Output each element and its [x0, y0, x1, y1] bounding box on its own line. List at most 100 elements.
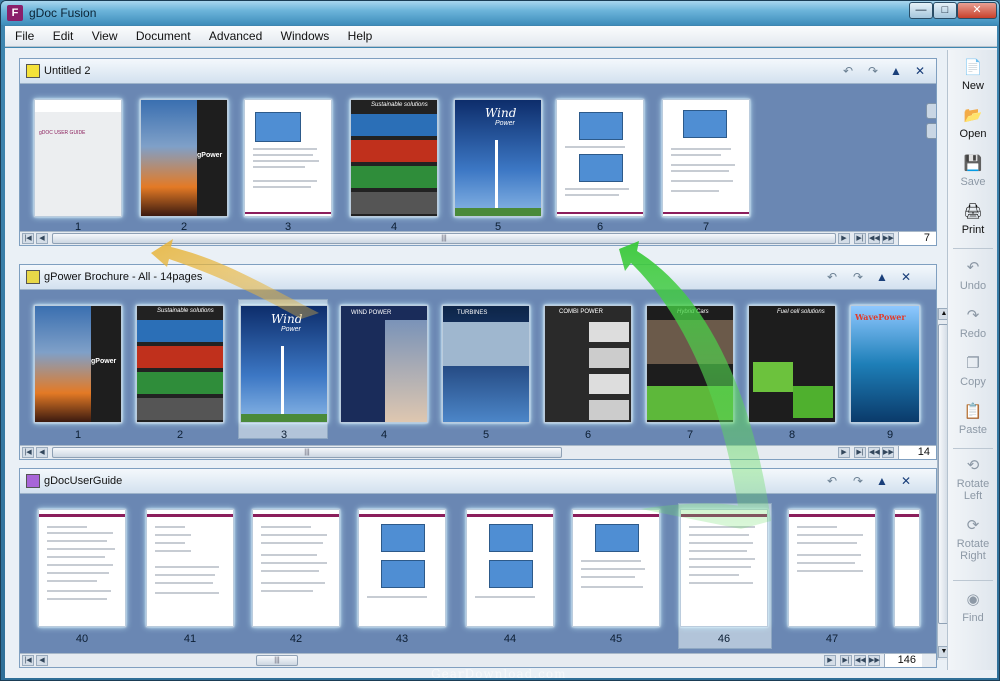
copy-button[interactable]: ❐ Copy — [948, 352, 998, 396]
collapse-icon[interactable]: ▲ — [888, 63, 904, 79]
single-page-icon[interactable] — [926, 103, 936, 119]
page-number: 6 — [596, 221, 604, 231]
scroll-left-icon[interactable]: ◀ — [36, 233, 48, 244]
page-strip[interactable]: gPower 1 Sustainable solutions 2 Wind Po… — [20, 291, 936, 445]
page-thumbnail[interactable] — [466, 509, 554, 627]
scroll-first-icon[interactable]: |◀ — [22, 233, 34, 244]
horizontal-scrollbar[interactable]: |◀ ◀ ||| ▶ ▶| ◀◀ ▶▶ 14 — [20, 445, 936, 459]
scroll-next-page-icon[interactable]: ▶▶ — [868, 655, 880, 666]
scroll-first-icon[interactable]: |◀ — [22, 447, 34, 458]
page-thumbnail[interactable]: gPower — [140, 99, 228, 217]
page-thumbnail[interactable] — [358, 509, 446, 627]
page-number: 1 — [74, 429, 82, 441]
scroll-right-icon[interactable]: ▶ — [838, 447, 850, 458]
page-thumbnail[interactable] — [680, 509, 768, 627]
menu-advanced[interactable]: Advanced — [199, 26, 267, 43]
redo-button[interactable]: ↷ Redo — [948, 304, 998, 348]
collapse-icon[interactable]: ▲ — [874, 269, 890, 285]
redo-icon[interactable]: ↷ — [850, 473, 866, 489]
scroll-prev-page-icon[interactable]: ◀◀ — [868, 233, 880, 244]
scroll-right-icon[interactable]: ▶ — [824, 655, 836, 666]
menu-edit[interactable]: Edit — [43, 26, 79, 43]
open-button[interactable]: 📂 Open — [948, 104, 998, 148]
page-thumbnail[interactable] — [252, 509, 340, 627]
close-button[interactable]: ✕ — [957, 2, 997, 19]
globe-icon[interactable] — [926, 123, 936, 139]
menu-windows[interactable]: Windows — [271, 26, 335, 43]
scroll-thumb[interactable]: ||| — [52, 233, 836, 244]
redo-icon[interactable]: ↷ — [850, 269, 866, 285]
page-thumbnail[interactable]: WIND POWER — [340, 305, 428, 423]
scroll-next-page-icon[interactable]: ▶▶ — [882, 233, 894, 244]
minimize-button[interactable]: — — [909, 2, 933, 19]
rotate-right-button[interactable]: ⟳ Rotate Right — [948, 514, 998, 572]
page-thumbnail[interactable]: Wind Power — [240, 305, 328, 423]
rotate-left-button[interactable]: ⟲ Rotate Left — [948, 454, 998, 512]
scroll-thumb[interactable]: ||| — [256, 655, 298, 666]
page-strip[interactable]: gDOC USER GUIDE 1 gPower 2 3 Sustainable… — [20, 85, 936, 231]
undo-icon[interactable]: ↶ — [824, 473, 840, 489]
find-label: Find — [962, 612, 984, 624]
page-thumbnail[interactable]: Hybrid Cars — [646, 305, 734, 423]
page-thumbnail[interactable] — [38, 509, 126, 627]
maximize-button[interactable]: □ — [933, 2, 957, 19]
scroll-prev-page-icon[interactable]: ◀◀ — [854, 655, 866, 666]
page-thumbnail[interactable] — [894, 509, 920, 627]
scroll-thumb[interactable]: ||| — [52, 447, 562, 458]
page-strip[interactable]: 40 41 42 43 44 45 46 47 — [20, 495, 936, 653]
undo-button[interactable]: ↶ Undo — [948, 256, 998, 300]
page-number: 2 — [176, 429, 184, 441]
horizontal-scrollbar[interactable]: |◀ ◀ ||| ▶ ▶| ◀◀ ▶▶ 146 — [20, 653, 936, 667]
close-panel-icon[interactable]: ✕ — [898, 269, 914, 285]
page-thumbnail[interactable]: COMBI POWER — [544, 305, 632, 423]
rotate-left-icon: ⟲ — [966, 457, 980, 474]
page-thumbnail[interactable]: TURBINES — [442, 305, 530, 423]
title-bar[interactable]: F gDoc Fusion — □ ✕ — [1, 1, 999, 25]
menu-view[interactable]: View — [82, 26, 123, 43]
page-thumbnail[interactable]: gPower — [34, 305, 122, 423]
page-thumbnail[interactable]: Fuel cell solutions — [748, 305, 836, 423]
thumb-label: Wind — [485, 106, 517, 120]
thumb-label: WIND POWER — [351, 310, 392, 316]
scroll-next-icon[interactable]: ▶| — [854, 233, 866, 244]
app-window: F gDoc Fusion — □ ✕ File Edit View Docum… — [0, 0, 1000, 681]
undo-icon[interactable]: ↶ — [824, 269, 840, 285]
scroll-left-icon[interactable]: ◀ — [36, 655, 48, 666]
thumb-label: TURBINES — [457, 310, 488, 316]
close-panel-icon[interactable]: ✕ — [912, 63, 928, 79]
undo-icon[interactable]: ↶ — [840, 63, 856, 79]
menu-help[interactable]: Help — [338, 26, 378, 43]
menu-file[interactable]: File — [5, 26, 39, 43]
page-number: 2 — [180, 221, 188, 231]
scroll-next-icon[interactable]: ▶| — [854, 447, 866, 458]
menu-document[interactable]: Document — [126, 26, 196, 43]
page-thumbnail[interactable] — [572, 509, 660, 627]
page-thumbnail[interactable]: Sustainable solutions — [136, 305, 224, 423]
page-thumbnail[interactable] — [788, 509, 876, 627]
page-thumbnail[interactable] — [556, 99, 644, 217]
page-thumbnail[interactable] — [244, 99, 332, 217]
scroll-left-icon[interactable]: ◀ — [36, 447, 48, 458]
scroll-right-icon[interactable]: ▶ — [838, 233, 850, 244]
scroll-first-icon[interactable]: |◀ — [22, 655, 34, 666]
horizontal-scrollbar[interactable]: |◀ ◀ ||| ▶ ▶| ◀◀ ▶▶ 7 — [20, 231, 936, 245]
page-thumbnail[interactable] — [146, 509, 234, 627]
redo-icon[interactable]: ↷ — [865, 63, 881, 79]
scroll-next-page-icon[interactable]: ▶▶ — [882, 447, 894, 458]
page-number: 4 — [380, 429, 388, 441]
scroll-next-icon[interactable]: ▶| — [840, 655, 852, 666]
new-button[interactable]: 📄 New — [948, 56, 998, 100]
paste-button[interactable]: 📋 Paste — [948, 400, 998, 444]
collapse-icon[interactable]: ▲ — [874, 473, 890, 489]
page-thumbnail[interactable]: Sustainable solutions — [350, 99, 438, 217]
scroll-prev-page-icon[interactable]: ◀◀ — [868, 447, 880, 458]
close-panel-icon[interactable]: ✕ — [898, 473, 914, 489]
page-thumbnail[interactable]: gDOC USER GUIDE — [34, 99, 122, 217]
print-button[interactable]: 🖨 Print — [948, 200, 998, 244]
page-number: 40 — [75, 633, 89, 645]
page-thumbnail[interactable]: Wind Power — [454, 99, 542, 217]
find-button[interactable]: ◉ Find — [948, 588, 998, 632]
page-thumbnail[interactable]: WavePower — [850, 305, 920, 423]
save-button[interactable]: 💾 Save — [948, 152, 998, 196]
page-thumbnail[interactable] — [662, 99, 750, 217]
